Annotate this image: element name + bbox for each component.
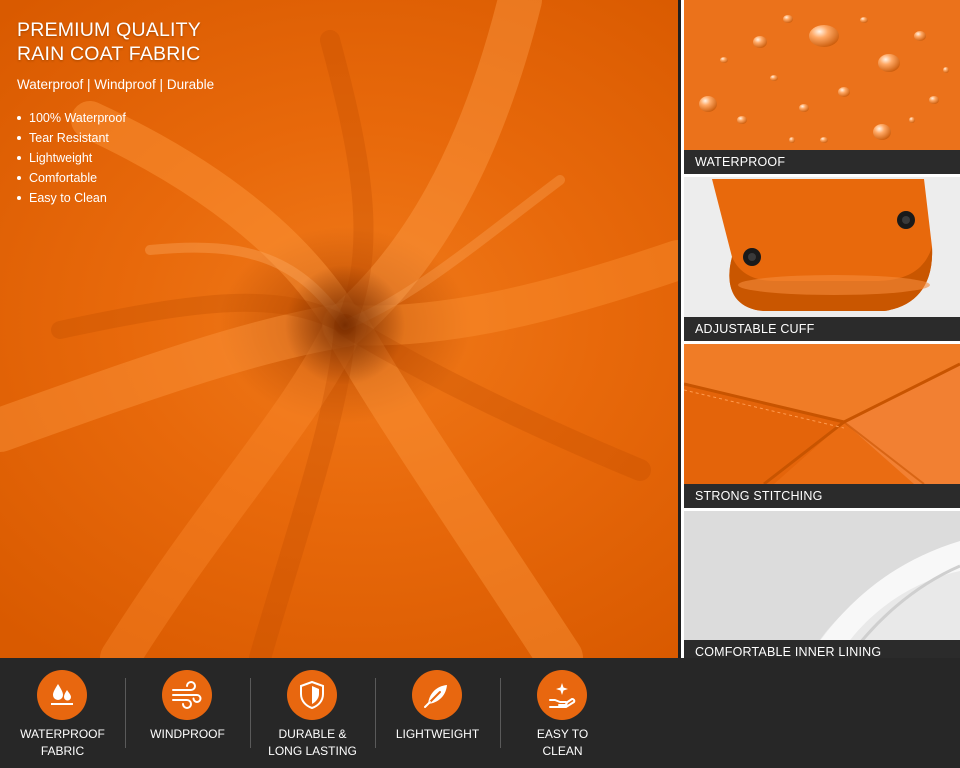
feature-easy-to-clean: EASY TO CLEAN <box>500 658 625 768</box>
bullet-icon <box>17 116 21 120</box>
bullet-item: 100% Waterproof <box>17 108 277 128</box>
tile-strong-stitching: STRONG STITCHING <box>684 344 960 508</box>
tile-inner-lining: COMFORTABLE INNER LINING <box>684 511 960 664</box>
feature-label: EASY TO CLEAN <box>536 727 589 758</box>
bullet-item: Lightweight <box>17 148 277 168</box>
feature-label: DURABLE & LONG LASTING <box>268 727 357 758</box>
clean-hand-sparkle-icon <box>537 670 587 720</box>
hero-text-block: PREMIUM QUALITY RAIN COAT FABRIC Waterpr… <box>17 18 277 208</box>
feature-lightweight: LIGHTWEIGHT <box>375 658 500 768</box>
features-bar: WATERPROOF FABRIC WINDPROOF DURABLE & LO… <box>0 658 960 768</box>
tile-label-stitching: STRONG STITCHING <box>684 484 960 508</box>
hero-fabric-panel: PREMIUM QUALITY RAIN COAT FABRIC Waterpr… <box>0 0 678 658</box>
tile-label-waterproof: WATERPROOF <box>684 150 960 174</box>
hero-title-line-1: PREMIUM QUALITY <box>17 19 201 41</box>
shield-icon <box>287 670 337 720</box>
feature-label: WINDPROOF <box>150 727 225 741</box>
feather-icon <box>412 670 462 720</box>
wind-icon <box>162 670 212 720</box>
feature-bullet-list: 100% Waterproof Tear Resistant Lightweig… <box>17 108 277 208</box>
bullet-item: Tear Resistant <box>17 128 277 148</box>
water-droplets-image <box>684 0 960 174</box>
hero-title-line-2: RAIN COAT FABRIC <box>17 43 201 65</box>
hero-subtitle: Waterproof | Windproof | Durable <box>17 77 215 92</box>
feature-durable: DURABLE & LONG LASTING <box>250 658 375 768</box>
feature-waterproof-fabric: WATERPROOF FABRIC <box>0 658 125 768</box>
bullet-icon <box>17 176 21 180</box>
bullet-item: Easy to Clean <box>17 188 277 208</box>
bullet-icon <box>17 136 21 140</box>
bullet-item: Comfortable <box>17 168 277 188</box>
hero-title: PREMIUM QUALITY RAIN COAT FABRIC <box>17 18 277 66</box>
feature-label: WATERPROOF FABRIC <box>20 727 105 758</box>
feature-windproof: WINDPROOF <box>125 658 250 768</box>
water-drops-icon <box>37 670 87 720</box>
tile-adjustable-cuff: ADJUSTABLE CUFF <box>684 177 960 341</box>
detail-tiles-column: WATERPROOF ADJUSTABLE CUFF STRONG STITCH <box>681 0 960 664</box>
bullet-icon <box>17 156 21 160</box>
tile-label-cuff: ADJUSTABLE CUFF <box>684 317 960 341</box>
bullet-icon <box>17 196 21 200</box>
tile-waterproof: WATERPROOF <box>684 0 960 174</box>
feature-label: LIGHTWEIGHT <box>395 727 480 741</box>
